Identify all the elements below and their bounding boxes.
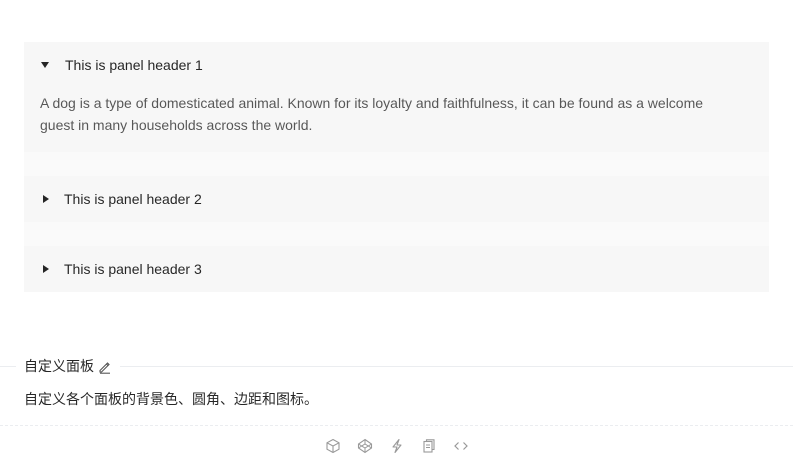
panel-content-1: A dog is a type of domesticated animal. … bbox=[40, 95, 704, 133]
copy-icon[interactable] bbox=[421, 438, 437, 454]
panel-header-label: This is panel header 2 bbox=[64, 191, 202, 207]
panel-header-3[interactable]: This is panel header 3 bbox=[24, 246, 769, 292]
code-box-meta: 自定义面板 自定义各个面板的背景色、圆角、边距和图标。 bbox=[0, 356, 793, 466]
panel-header-label: This is panel header 3 bbox=[64, 261, 202, 277]
edit-icon[interactable] bbox=[98, 359, 112, 374]
panel-header-1[interactable]: This is panel header 1 bbox=[24, 42, 769, 88]
code-icon[interactable] bbox=[453, 438, 469, 454]
panel-header-label: This is panel header 1 bbox=[65, 57, 203, 73]
meta-title: 自定义面板 bbox=[16, 356, 120, 376]
caret-right-icon bbox=[43, 265, 49, 273]
caret-down-icon bbox=[41, 62, 49, 68]
collapse-panel-3: This is panel header 3 bbox=[24, 246, 769, 292]
meta-description: 自定义各个面板的背景色、圆角、边距和图标。 bbox=[24, 391, 318, 407]
panel-header-2[interactable]: This is panel header 2 bbox=[24, 176, 769, 222]
code-box-actions bbox=[0, 436, 793, 456]
thunderbolt-icon[interactable] bbox=[389, 438, 405, 454]
codesandbox-icon[interactable] bbox=[325, 438, 341, 454]
panel-gap bbox=[24, 152, 769, 176]
codepen-icon[interactable] bbox=[357, 438, 373, 454]
collapse-panel-2: This is panel header 2 bbox=[24, 176, 769, 222]
panel-gap bbox=[24, 222, 769, 246]
actions-divider bbox=[0, 425, 793, 426]
meta-title-text: 自定义面板 bbox=[24, 358, 94, 374]
caret-right-icon bbox=[43, 195, 49, 203]
demo-area: This is panel header 1 A dog is a type o… bbox=[0, 0, 793, 366]
collapse-panel-1: This is panel header 1 A dog is a type o… bbox=[24, 42, 769, 152]
collapse: This is panel header 1 A dog is a type o… bbox=[24, 42, 769, 292]
